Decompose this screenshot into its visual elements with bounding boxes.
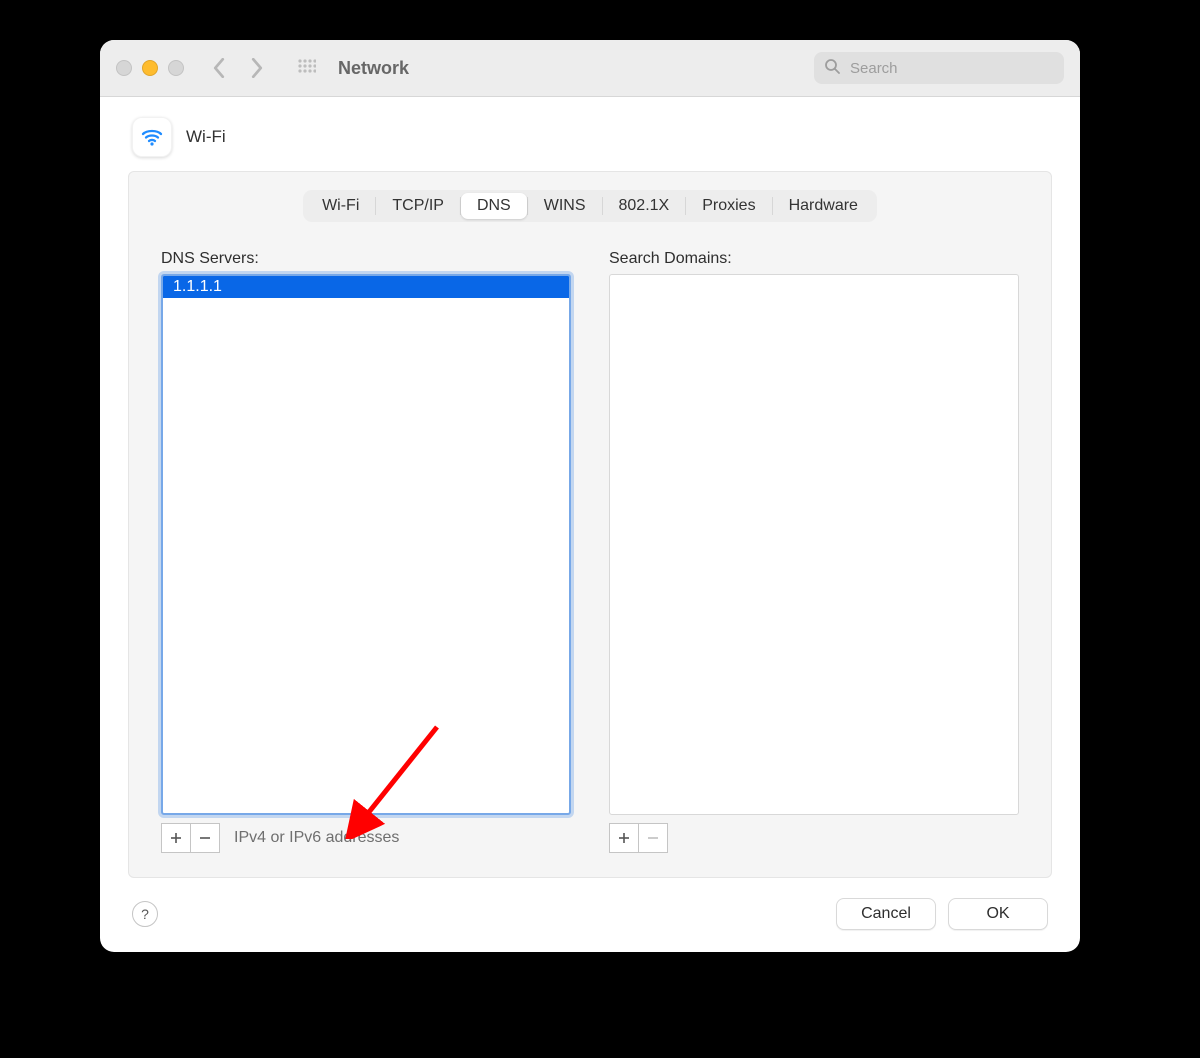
preferences-window: Network Wi-Fi Wi-Fi TCP/IP [100, 40, 1080, 952]
list-item[interactable]: 1.1.1.1 [163, 276, 569, 298]
footer: ? Cancel OK [128, 898, 1052, 930]
remove-search-domain-button [639, 823, 668, 853]
minimize-window-button[interactable] [142, 60, 158, 76]
show-all-button[interactable] [298, 59, 316, 77]
close-window-button[interactable] [116, 60, 132, 76]
window-title: Network [338, 58, 409, 79]
sheet-body: Wi-Fi Wi-Fi TCP/IP DNS WINS 802.1X Proxi… [100, 97, 1080, 952]
nav-arrows [212, 58, 264, 78]
zoom-window-button[interactable] [168, 60, 184, 76]
wifi-icon [132, 117, 172, 157]
forward-button[interactable] [250, 58, 264, 78]
back-button[interactable] [212, 58, 226, 78]
search-field[interactable] [814, 52, 1064, 84]
remove-dns-server-button[interactable] [191, 823, 220, 853]
minus-icon [199, 829, 211, 847]
search-domains-list[interactable] [609, 274, 1019, 815]
plus-icon [170, 829, 182, 847]
search-input[interactable] [848, 59, 1054, 78]
tab-dns[interactable]: DNS [461, 193, 527, 219]
dns-servers-column: DNS Servers: 1.1.1.1 [161, 250, 571, 853]
cancel-button[interactable]: Cancel [836, 898, 936, 930]
interface-header: Wi-Fi [128, 117, 1052, 157]
dns-hint: IPv4 or IPv6 addresses [234, 829, 399, 847]
tab-bar: Wi-Fi TCP/IP DNS WINS 802.1X Proxies Har… [303, 190, 877, 222]
plus-icon [618, 829, 630, 847]
search-domains-label: Search Domains: [609, 250, 1019, 268]
add-search-domain-button[interactable] [609, 823, 639, 853]
help-button[interactable]: ? [132, 901, 158, 927]
dns-servers-label: DNS Servers: [161, 250, 571, 268]
tab-8021x[interactable]: 802.1X [603, 193, 686, 219]
tab-wins[interactable]: WINS [528, 193, 602, 219]
columns: DNS Servers: 1.1.1.1 [161, 250, 1019, 853]
minus-icon [647, 829, 659, 847]
search-icon [824, 58, 840, 79]
tab-hardware[interactable]: Hardware [773, 193, 874, 219]
dns-list-controls: IPv4 or IPv6 addresses [161, 823, 571, 853]
titlebar: Network [100, 40, 1080, 97]
search-domains-controls [609, 823, 1019, 853]
interface-label: Wi-Fi [186, 127, 226, 147]
search-domains-column: Search Domains: [609, 250, 1019, 853]
tab-proxies[interactable]: Proxies [686, 193, 771, 219]
tab-tcpip[interactable]: TCP/IP [376, 193, 460, 219]
add-dns-server-button[interactable] [161, 823, 191, 853]
dns-servers-list[interactable]: 1.1.1.1 [161, 274, 571, 815]
traffic-lights [116, 60, 184, 76]
settings-panel: Wi-Fi TCP/IP DNS WINS 802.1X Proxies Har… [128, 171, 1052, 878]
ok-button[interactable]: OK [948, 898, 1048, 930]
tab-wifi[interactable]: Wi-Fi [306, 193, 375, 219]
help-icon: ? [141, 906, 149, 922]
